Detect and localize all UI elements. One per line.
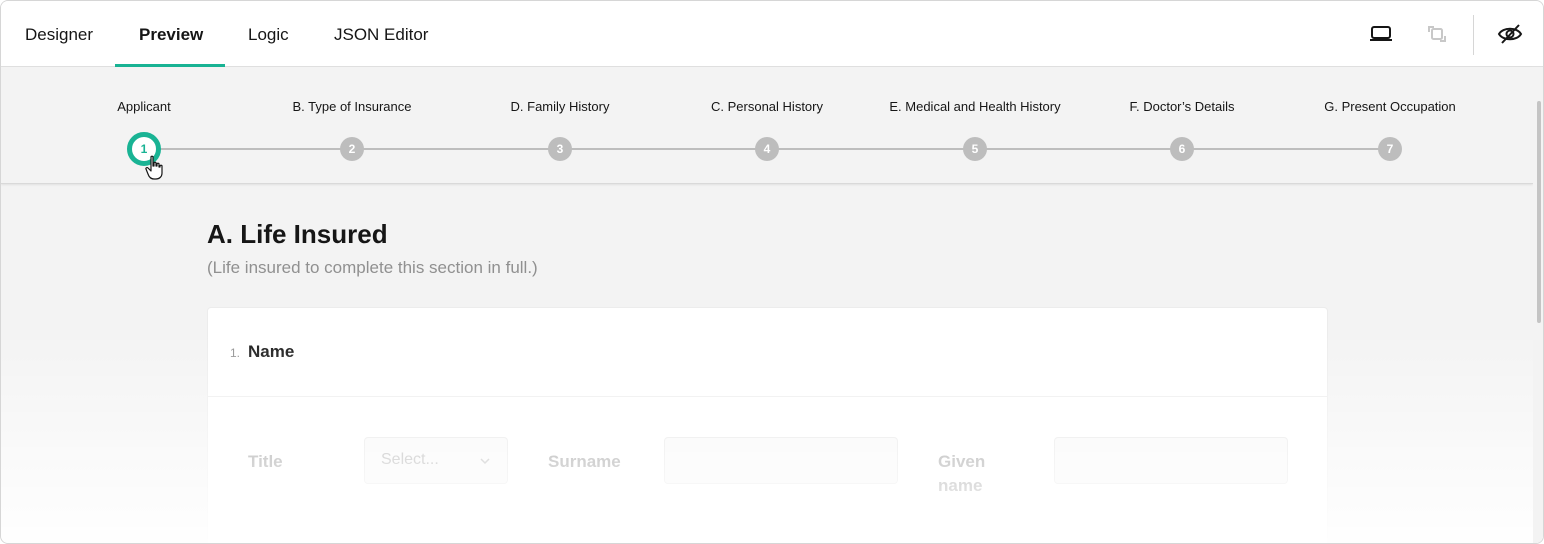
- top-toolbar: Designer Preview Logic JSON Editor: [1, 1, 1543, 67]
- scrollbar-thumb[interactable]: [1537, 101, 1541, 323]
- surname-input[interactable]: [664, 437, 898, 484]
- step-dot-7[interactable]: 7: [1378, 137, 1402, 161]
- hand-pointer-icon: [145, 155, 165, 181]
- vertical-scrollbar[interactable]: [1533, 67, 1543, 543]
- panel-divider: [208, 396, 1327, 397]
- surname-field-label: Surname: [548, 452, 621, 471]
- progress-stepper: Applicant B. Type of Insurance D. Family…: [1, 67, 1533, 184]
- given-name-input[interactable]: [1054, 437, 1288, 484]
- orientation-icon[interactable]: [1424, 21, 1450, 47]
- given-name-label-line1: Given: [938, 452, 986, 471]
- step-label-doctors-details[interactable]: F. Doctor’s Details: [1130, 99, 1235, 114]
- tab-designer[interactable]: Designer: [25, 1, 93, 67]
- step-label-present-occupation[interactable]: G. Present Occupation: [1324, 99, 1456, 114]
- toolbar-divider: [1473, 15, 1474, 55]
- step-label-personal-history[interactable]: C. Personal History: [711, 99, 823, 114]
- page-title: A. Life Insured: [207, 219, 388, 249]
- step-dot-5[interactable]: 5: [963, 137, 987, 161]
- laptop-icon[interactable]: [1368, 21, 1394, 47]
- step-label-type-of-insurance[interactable]: B. Type of Insurance: [293, 99, 412, 114]
- given-name-field-label: Given name: [938, 450, 985, 498]
- eye-off-icon[interactable]: [1497, 21, 1523, 47]
- title-select-placeholder: Select...: [381, 451, 439, 468]
- step-dot-4[interactable]: 4: [755, 137, 779, 161]
- title-field-label: Title: [248, 452, 283, 471]
- tab-preview[interactable]: Preview: [139, 1, 203, 67]
- page-description: (Life insured to complete this section i…: [207, 258, 538, 277]
- chevron-down-icon: [479, 454, 491, 466]
- step-dot-2[interactable]: 2: [340, 137, 364, 161]
- step-dot-6[interactable]: 6: [1170, 137, 1194, 161]
- question-title: Name: [248, 342, 295, 361]
- tab-json-editor[interactable]: JSON Editor: [334, 1, 428, 67]
- step-label-family-history[interactable]: D. Family History: [511, 99, 610, 114]
- question-panel-name: 1. Name Title Select... Surname Given na…: [207, 307, 1328, 543]
- step-dot-3[interactable]: 3: [548, 137, 572, 161]
- given-name-label-line2: name: [938, 476, 983, 495]
- question-number: 1.: [230, 346, 241, 360]
- step-label-applicant[interactable]: Applicant: [117, 99, 170, 114]
- title-select[interactable]: Select...: [364, 437, 508, 484]
- survey-creator-window: Designer Preview Logic JSON Editor Appli…: [0, 0, 1544, 544]
- step-label-medical-history[interactable]: E. Medical and Health History: [889, 99, 1060, 114]
- tab-logic[interactable]: Logic: [248, 1, 289, 67]
